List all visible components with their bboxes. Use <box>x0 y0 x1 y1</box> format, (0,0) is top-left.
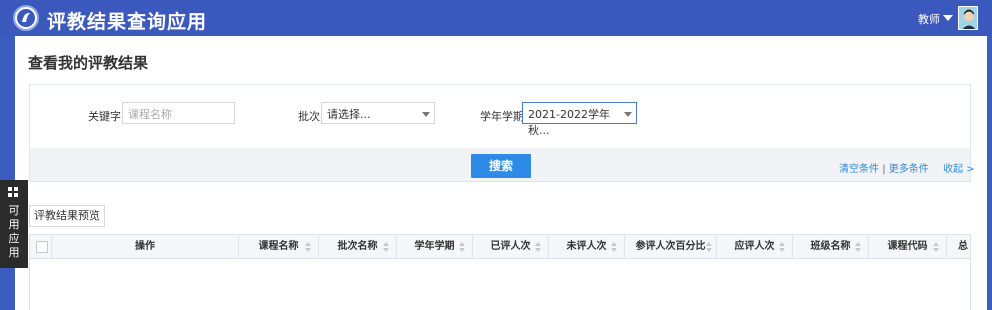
user-role-label[interactable]: 教师 <box>918 11 940 27</box>
sort-icon[interactable] <box>933 242 940 252</box>
logo-icon <box>13 5 39 31</box>
clear-conditions-link[interactable]: 清空条件 <box>839 164 879 175</box>
more-conditions-link[interactable]: 更多条件 <box>889 164 929 175</box>
top-header-bar: 评教结果查询应用 教师 <box>0 0 992 36</box>
batch-select-value: 请选择... <box>327 108 371 121</box>
filter-links: 清空条件 | 更多条件 收起 > <box>839 160 975 175</box>
sort-icon[interactable] <box>779 242 786 252</box>
sort-icon[interactable] <box>305 242 312 252</box>
filter-action-bar: 搜索 清空条件 | 更多条件 收起 > <box>30 148 975 181</box>
col-total[interactable]: 总 <box>947 235 970 259</box>
col-evaluated-label: 已评人次 <box>490 241 531 252</box>
select-caret-icon <box>624 112 632 117</box>
col-participation-rate-label: 参评人次百分比 <box>635 241 706 252</box>
select-caret-icon <box>422 112 430 117</box>
term-select[interactable]: 2021-2022学年 秋... <box>522 102 637 137</box>
grid-icon <box>8 187 19 198</box>
col-class-name-label: 班级名称 <box>810 241 851 252</box>
search-button[interactable]: 搜索 <box>471 154 531 178</box>
col-course-code-label: 课程代码 <box>887 241 928 252</box>
col-operation: 操作 <box>52 235 239 259</box>
dock-label: 可用应用 <box>8 204 20 259</box>
col-not-evaluated-label: 未评人次 <box>566 241 607 252</box>
avatar-icon[interactable] <box>958 6 978 30</box>
filter-panel: 关键字 课程名称 批次 请选择... 学年学期 2021-2022学年 秋...… <box>29 84 975 182</box>
keyword-input[interactable]: 课程名称 <box>122 102 235 124</box>
sort-icon[interactable] <box>535 242 542 252</box>
sort-icon[interactable] <box>383 242 390 252</box>
col-term[interactable]: 学年学期 <box>397 235 473 259</box>
keyword-label: 关键字 <box>88 110 121 123</box>
link-separator: | <box>882 164 886 175</box>
sort-icon[interactable] <box>459 242 466 252</box>
term-select-value: 2021-2022学年 秋... <box>528 108 610 137</box>
select-all-cell <box>30 235 52 259</box>
col-term-label: 学年学期 <box>414 241 455 252</box>
col-course-name-label: 课程名称 <box>258 241 299 252</box>
col-course-name[interactable]: 课程名称 <box>239 235 319 259</box>
page-title: 查看我的评教结果 <box>28 54 149 72</box>
term-label: 学年学期 <box>480 110 524 123</box>
col-expected-label: 应评人次 <box>734 241 775 252</box>
col-course-code[interactable]: 课程代码 <box>869 235 947 259</box>
col-class-name[interactable]: 班级名称 <box>793 235 869 259</box>
select-all-checkbox[interactable] <box>36 241 48 253</box>
table-header: 操作 课程名称 批次名称 学年学期 已评人次 未评人次 参评人次百分比 应评人次… <box>30 235 970 259</box>
sort-icon[interactable] <box>706 242 713 252</box>
results-table: 操作 课程名称 批次名称 学年学期 已评人次 未评人次 参评人次百分比 应评人次… <box>29 234 971 310</box>
batch-select[interactable]: 请选择... <box>321 102 435 124</box>
main-content: 查看我的评教结果 关键字 课程名称 批次 请选择... 学年学期 2021-20… <box>15 36 987 310</box>
batch-label: 批次 <box>298 110 320 123</box>
col-batch-name-label: 批次名称 <box>337 241 378 252</box>
app-title: 评教结果查询应用 <box>47 11 208 33</box>
caret-down-icon[interactable] <box>943 15 953 21</box>
available-apps-dock[interactable]: 可用应用 <box>0 180 28 268</box>
col-not-evaluated[interactable]: 未评人次 <box>549 235 625 259</box>
col-batch-name[interactable]: 批次名称 <box>319 235 397 259</box>
col-evaluated[interactable]: 已评人次 <box>473 235 549 259</box>
sort-icon[interactable] <box>855 242 862 252</box>
collapse-link[interactable]: 收起 > <box>943 164 975 175</box>
col-expected[interactable]: 应评人次 <box>717 235 793 259</box>
sort-icon[interactable] <box>611 242 618 252</box>
tab-result-preview[interactable]: 评教结果预览 <box>29 205 105 227</box>
col-participation-rate[interactable]: 参评人次百分比 <box>625 235 717 259</box>
